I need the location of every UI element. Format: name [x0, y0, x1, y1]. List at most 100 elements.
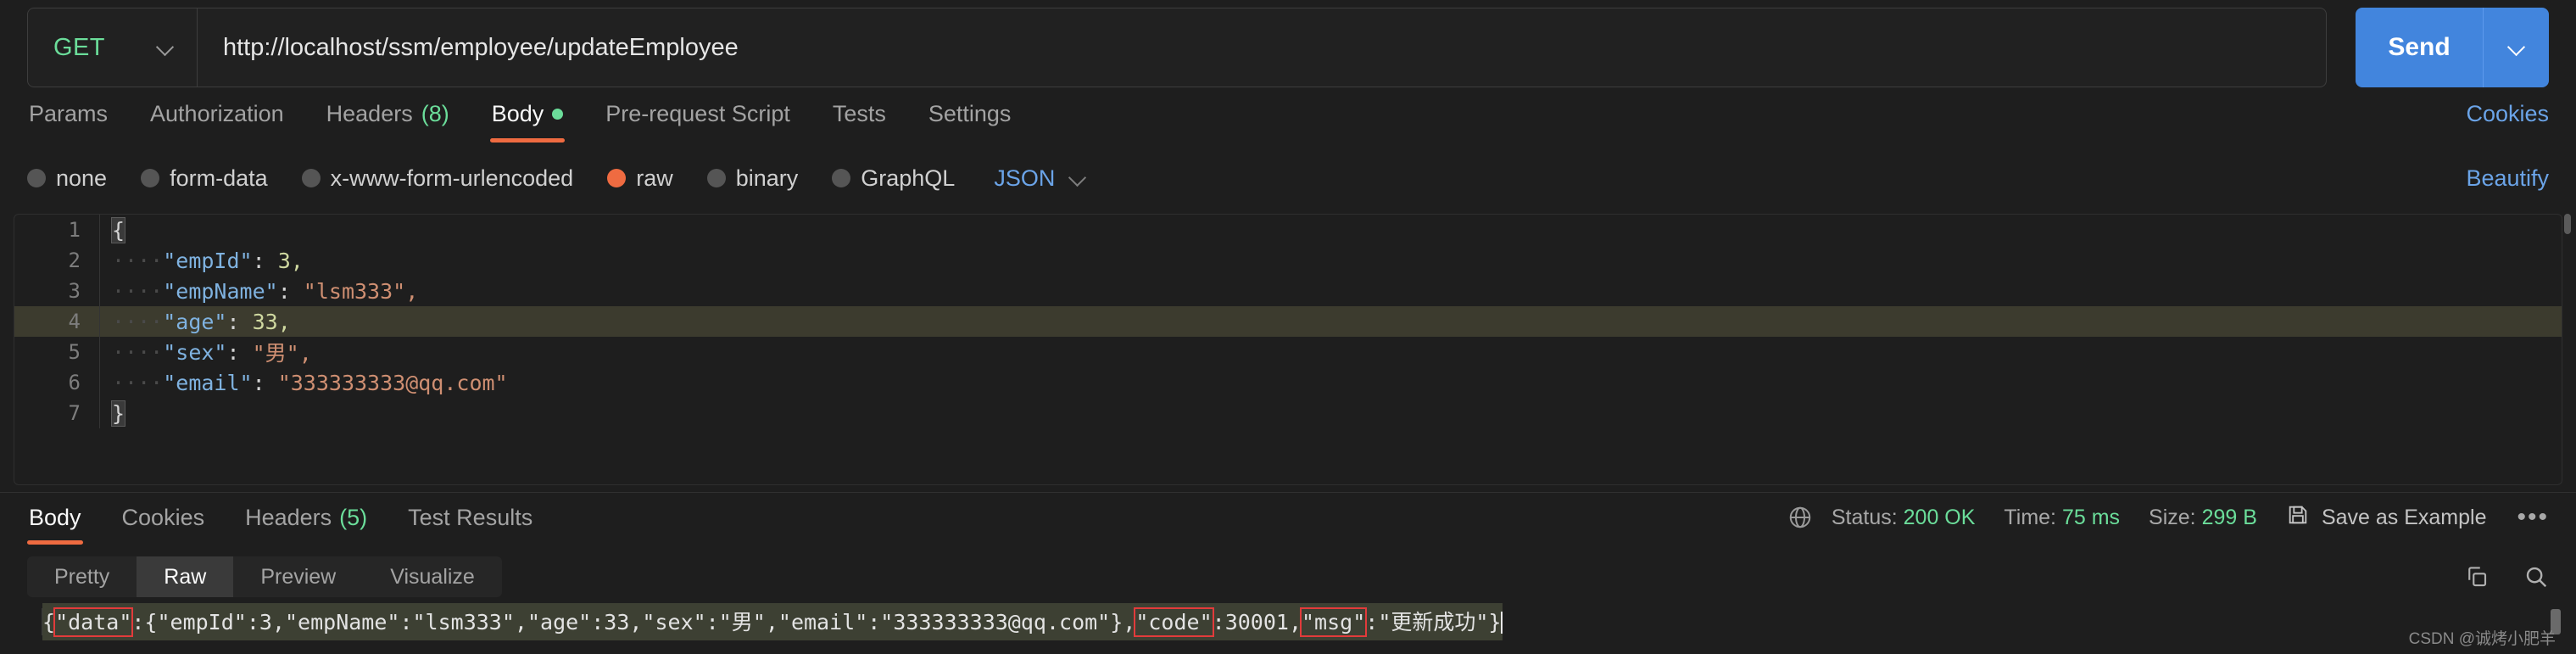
cookies-link[interactable]: Cookies	[2466, 101, 2549, 143]
response-headers-count: (5)	[339, 504, 368, 530]
send-options-button[interactable]	[2483, 8, 2549, 87]
json-value-empname: "lsm333",	[303, 278, 419, 304]
tab-pre-request-script[interactable]: Pre-request Script	[604, 101, 792, 143]
response-divider	[0, 492, 2576, 493]
http-method-label: GET	[53, 33, 105, 61]
tab-label: Cookies	[121, 504, 205, 530]
tab-label: Body	[491, 100, 544, 126]
tab-label: Headers	[326, 100, 413, 126]
indent-dots: ····	[112, 309, 164, 334]
tab-body[interactable]: Body	[489, 100, 566, 143]
code-content: ···· "empName": "lsm333",	[99, 276, 2562, 306]
beautify-button[interactable]: Beautify	[2466, 165, 2549, 192]
request-tab-bar: Params Authorization Headers (8) Body Pr…	[0, 95, 2576, 148]
json-key-empname: "empName"	[163, 278, 278, 304]
body-type-label: GraphQL	[861, 165, 956, 191]
url-input-container: GET http://localhost/ssm/employee/update…	[27, 8, 2327, 87]
code-line-active: 4 ···· "age": 33,	[14, 306, 2562, 337]
view-tab-preview[interactable]: Preview	[233, 556, 363, 597]
tab-headers[interactable]: Headers (8)	[325, 101, 451, 143]
line-number: 1	[68, 218, 81, 242]
line-number: 3	[68, 279, 81, 303]
status-badge: Status: 200 OK	[1832, 506, 1976, 530]
body-type-form-data[interactable]: form-data	[141, 165, 268, 192]
body-type-x-www-form-urlencoded[interactable]: x-www-form-urlencoded	[301, 165, 574, 192]
copy-icon[interactable]	[2464, 564, 2490, 590]
radio-icon	[706, 169, 726, 187]
json-colon: :	[277, 278, 304, 304]
time-badge: Time: 75 ms	[2004, 506, 2120, 530]
body-type-label: x-www-form-urlencoded	[330, 165, 574, 191]
response-tab-body[interactable]: Body	[27, 505, 83, 545]
radio-icon	[832, 169, 851, 187]
response-view-segmented-control: Pretty Raw Preview Visualize	[27, 556, 502, 597]
status-label: Status:	[1831, 505, 1898, 529]
line-number: 7	[68, 401, 81, 425]
code-line: 2 ···· "empId": 3,	[14, 245, 2562, 276]
tab-label: Settings	[928, 100, 1012, 126]
send-button-group: Send	[2356, 8, 2549, 87]
response-tab-cookies[interactable]: Cookies	[120, 505, 207, 545]
json-colon: :	[252, 370, 278, 395]
status-value: 200 OK	[1903, 505, 1976, 529]
body-type-raw[interactable]: raw	[607, 165, 673, 192]
tab-settings[interactable]: Settings	[927, 101, 1013, 143]
radio-selected-icon	[607, 169, 627, 187]
raw-segment-open: {	[42, 610, 56, 634]
tab-params[interactable]: Params	[27, 101, 109, 143]
url-input[interactable]: http://localhost/ssm/employee/updateEmpl…	[198, 8, 2326, 87]
body-type-selector: none form-data x-www-form-urlencoded raw…	[0, 153, 2576, 204]
time-label: Time:	[2004, 505, 2056, 529]
raw-segment-msg-value: :"更新成功"}	[1365, 610, 1502, 634]
response-more-options-button[interactable]: •••	[2517, 503, 2549, 532]
code-content: ···· "empId": 3,	[99, 245, 2562, 276]
code-content: ···· "age": 33,	[99, 306, 2562, 337]
radio-icon	[27, 169, 46, 187]
save-icon	[2286, 503, 2310, 533]
raw-gutter	[27, 608, 42, 635]
send-button[interactable]: Send	[2356, 8, 2483, 87]
json-value-empid: 3,	[277, 248, 304, 273]
request-url-bar: GET http://localhost/ssm/employee/update…	[0, 0, 2576, 95]
view-tab-pretty[interactable]: Pretty	[27, 556, 137, 597]
response-tab-headers[interactable]: Headers (5)	[243, 505, 369, 545]
response-tab-test-results[interactable]: Test Results	[406, 505, 534, 545]
code-line: 3 ···· "empName": "lsm333",	[14, 276, 2562, 306]
save-as-example-label: Save as Example	[2321, 505, 2487, 529]
body-format-dropdown[interactable]: JSON	[994, 165, 1087, 192]
json-close-brace: }	[110, 400, 126, 427]
line-number: 5	[68, 340, 81, 364]
view-tab-visualize[interactable]: Visualize	[363, 556, 502, 597]
raw-segment-code-value: :30001,	[1212, 610, 1302, 634]
search-icon[interactable]	[2523, 564, 2549, 590]
editor-scrollbar-thumb[interactable]	[2564, 214, 2571, 234]
time-value: 75 ms	[2061, 505, 2121, 529]
tab-label: Authorization	[150, 100, 284, 126]
json-key-email: "email"	[163, 370, 253, 395]
headers-count: (8)	[421, 100, 449, 126]
tab-tests[interactable]: Tests	[831, 101, 888, 143]
request-body-editor[interactable]: 1 { 2 ···· "empId": 3, 3 ···· "empName": "…	[14, 214, 2562, 485]
view-tab-raw[interactable]: Raw	[137, 556, 234, 597]
json-value-sex: "男",	[252, 341, 312, 366]
save-as-example-button[interactable]: Save as Example	[2286, 503, 2487, 533]
json-value-email: "333333333@qq.com"	[277, 370, 508, 395]
line-number: 6	[68, 371, 81, 394]
body-modified-dot-icon	[552, 108, 564, 120]
body-type-none[interactable]: none	[27, 165, 107, 192]
size-value: 299 B	[2201, 505, 2257, 529]
http-method-dropdown[interactable]: GET	[28, 8, 198, 87]
code-line: 6 ···· "email": "333333333@qq.com"	[14, 367, 2562, 398]
body-type-graphql[interactable]: GraphQL	[832, 165, 955, 192]
tab-label: Headers	[245, 504, 332, 530]
globe-icon	[1787, 505, 1813, 530]
code-line: 5 ···· "sex": "男",	[14, 337, 2562, 367]
response-raw-body[interactable]: {"data":{"empId":3,"empName":"lsm333","a…	[27, 603, 2545, 640]
size-label: Size:	[2149, 505, 2196, 529]
body-type-label: none	[56, 165, 108, 191]
tab-authorization[interactable]: Authorization	[148, 101, 286, 143]
indent-dots: ····	[112, 370, 164, 395]
json-value-age: 33,	[252, 309, 291, 334]
size-badge: Size: 299 B	[2149, 506, 2257, 530]
body-type-binary[interactable]: binary	[706, 165, 798, 192]
